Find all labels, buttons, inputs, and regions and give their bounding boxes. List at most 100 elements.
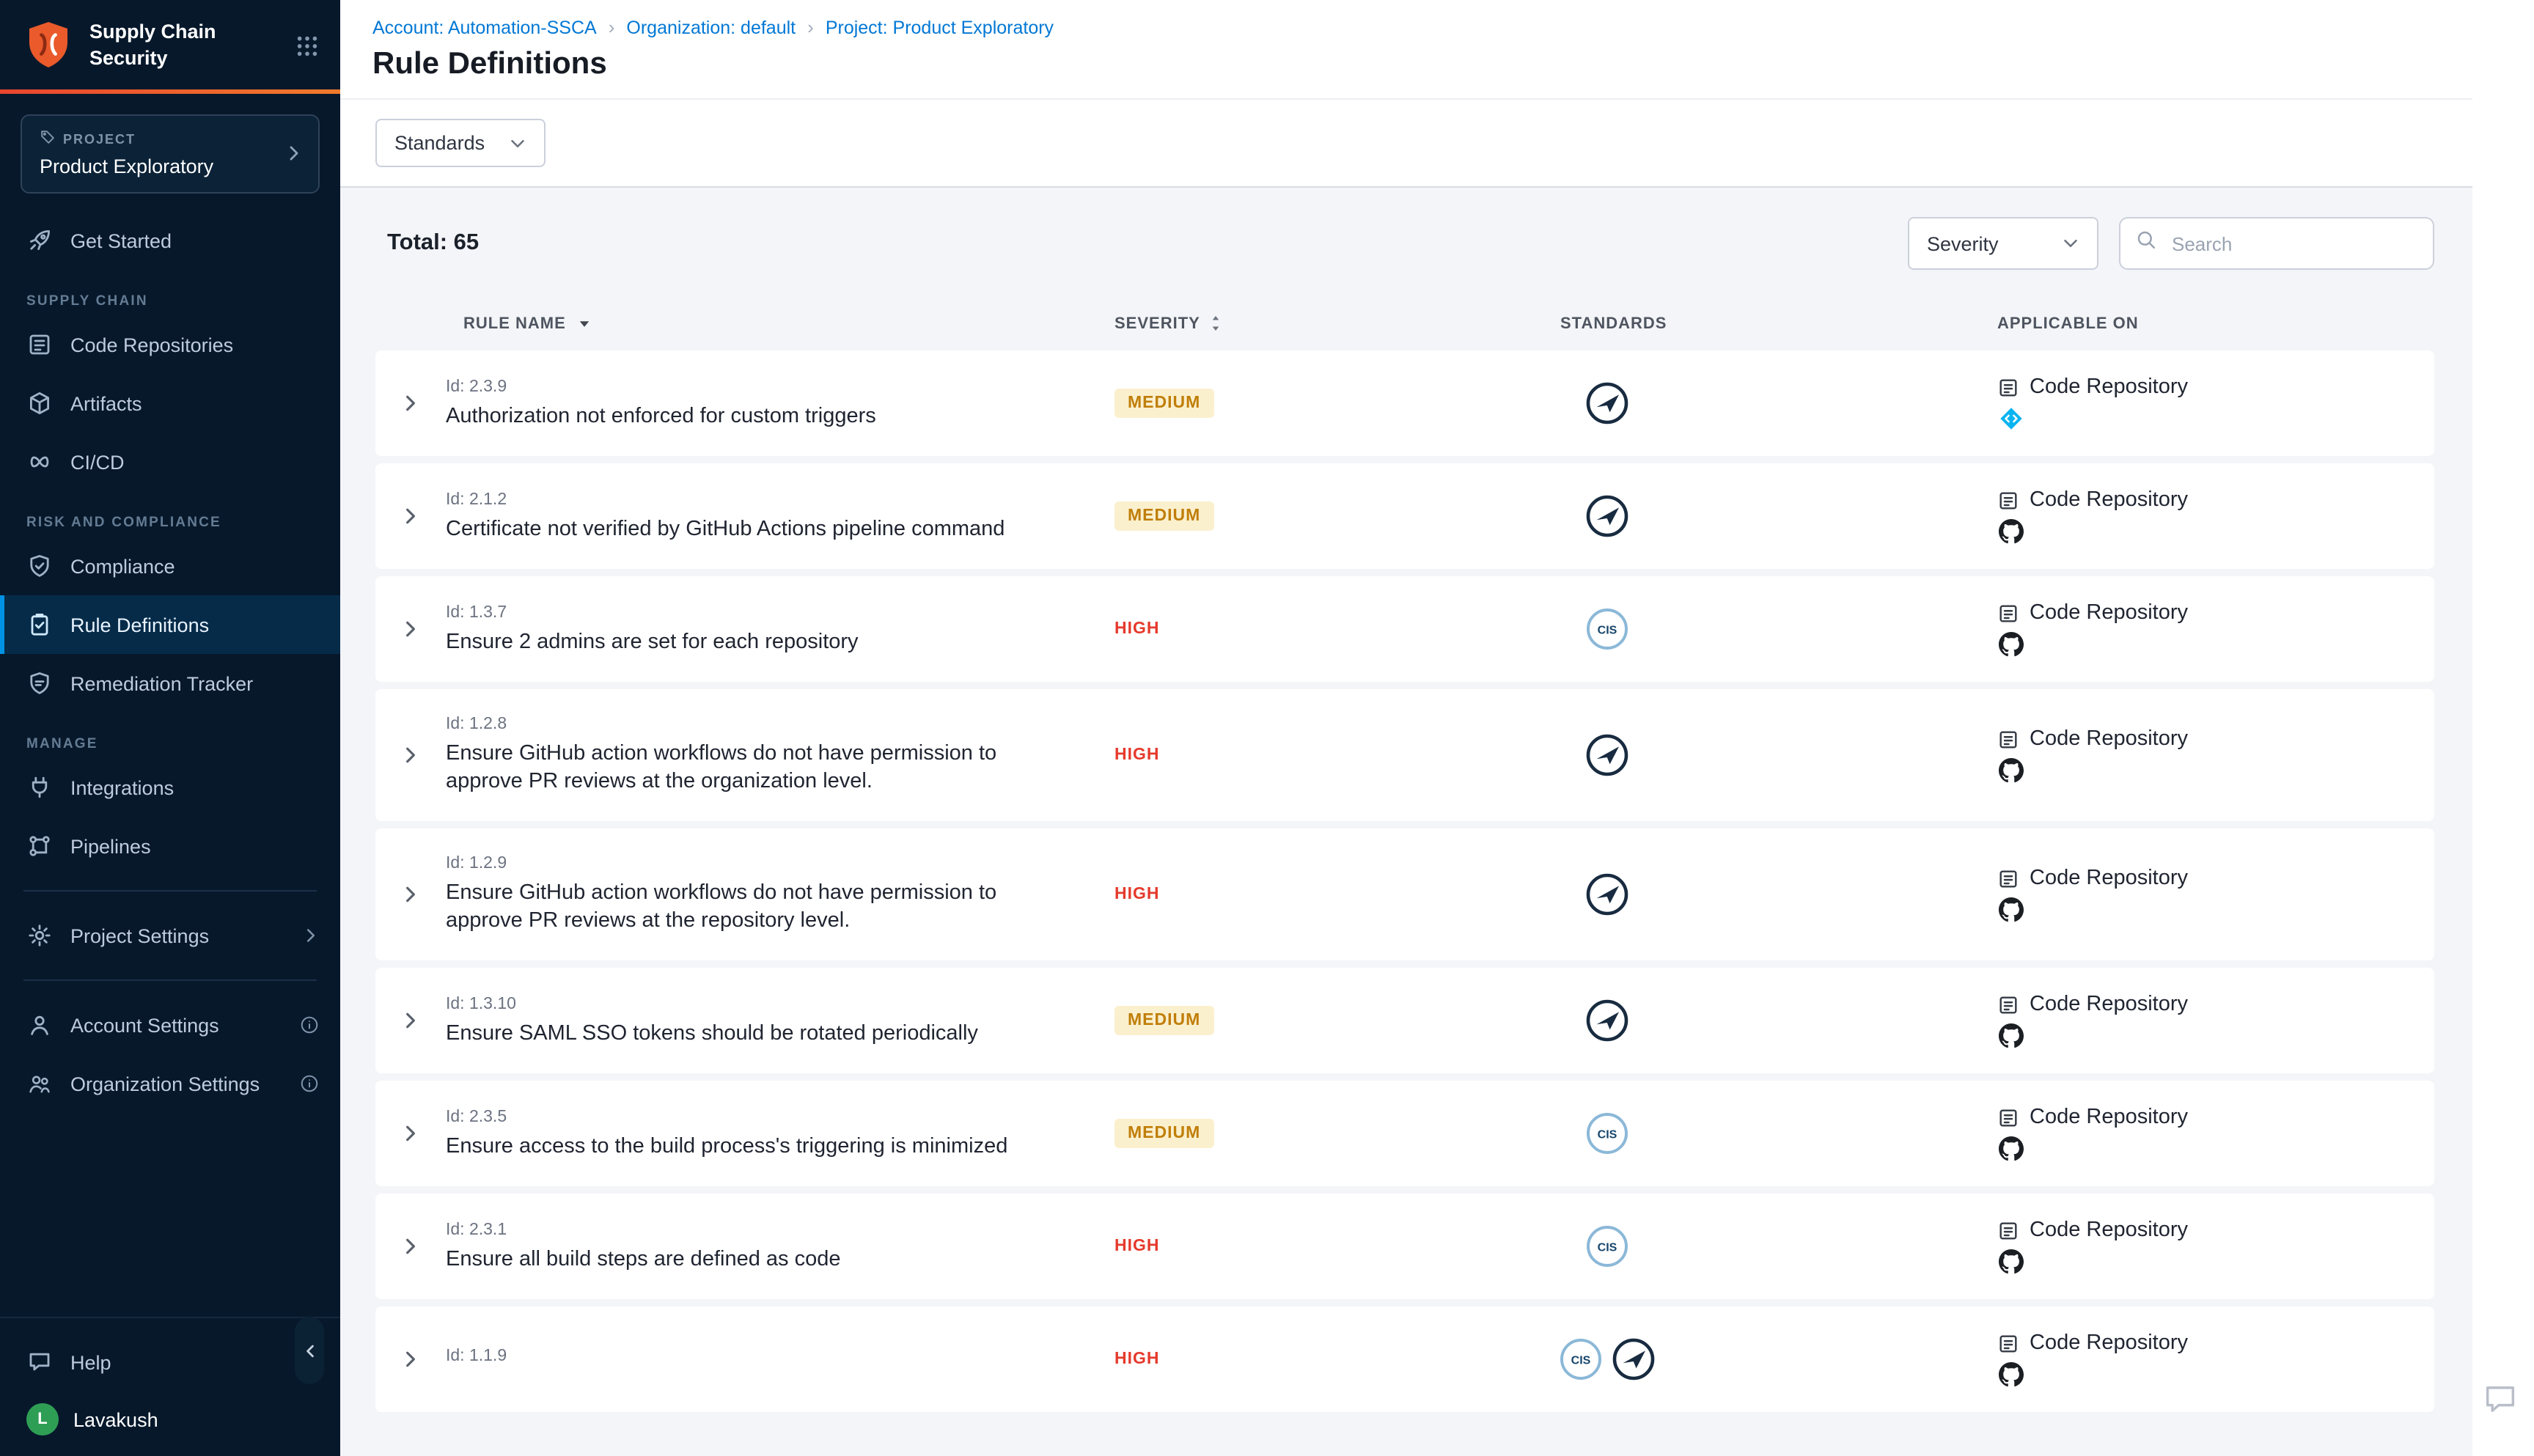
table-row[interactable]: Id: 1.1.9 HIGH CIS Code Repository xyxy=(375,1306,2434,1412)
code-repository-icon xyxy=(1997,376,2019,398)
search-box[interactable] xyxy=(2119,217,2434,270)
table-row[interactable]: Id: 1.3.7 Ensure 2 admins are set for ea… xyxy=(375,576,2434,682)
rule-id: Id: 1.2.8 xyxy=(446,714,1109,735)
table-row[interactable]: Id: 2.1.2 Certificate not verified by Gi… xyxy=(375,463,2434,569)
table-row[interactable]: Id: 2.3.9 Authorization not enforced for… xyxy=(375,350,2434,456)
sidebar-item-rule-definitions[interactable]: Rule Definitions xyxy=(0,595,340,654)
sidebar-item-project-settings[interactable]: Project Settings xyxy=(0,906,340,965)
app-root: Supply Chain Security PROJECT Product Ex… xyxy=(0,0,2534,1456)
standards-cell xyxy=(1560,494,1654,538)
table-row[interactable]: Id: 2.3.5 Ensure access to the build pro… xyxy=(375,1081,2434,1186)
pipelines-icon xyxy=(26,833,53,859)
chevron-right-icon xyxy=(302,927,320,944)
sidebar-item-code-repositories[interactable]: Code Repositories xyxy=(0,315,340,374)
sidebar-item-integrations[interactable]: Integrations xyxy=(0,758,340,817)
remediation-icon xyxy=(26,670,53,696)
standards-filter-dropdown[interactable]: Standards xyxy=(375,119,546,167)
row-expand-chevron-icon[interactable] xyxy=(400,1123,421,1144)
column-header-rule-name[interactable]: RULE NAME xyxy=(446,315,1109,332)
standards-cell: CIS xyxy=(1560,1111,1654,1155)
total-count: Total: 65 xyxy=(387,230,479,257)
sidebar-item-remediation-tracker[interactable]: Remediation Tracker xyxy=(0,654,340,713)
filters-toolbar: Standards xyxy=(340,100,2534,188)
svg-text:CIS: CIS xyxy=(1571,1354,1591,1367)
sidebar-collapse-handle[interactable] xyxy=(295,1317,324,1384)
applicable-on-label: Code Repository xyxy=(2030,1106,2188,1129)
table-row[interactable]: Id: 1.2.8 Ensure GitHub action workflows… xyxy=(375,689,2434,821)
user-menu[interactable]: L Lavakush xyxy=(0,1391,340,1435)
row-expand-chevron-icon[interactable] xyxy=(400,393,421,413)
sort-desc-icon[interactable] xyxy=(576,315,592,331)
help-chat-button[interactable] xyxy=(2481,1380,2519,1418)
row-expand-chevron-icon[interactable] xyxy=(400,1349,421,1369)
search-icon xyxy=(2135,229,2157,258)
sidebar-item-get-started[interactable]: Get Started xyxy=(0,211,340,270)
nav-section-heading: SUPPLY CHAIN xyxy=(26,293,340,309)
cicd-icon xyxy=(26,449,53,475)
code-repository-icon xyxy=(1997,728,2019,750)
table-row[interactable]: Id: 2.3.1 Ensure all build steps are def… xyxy=(375,1194,2434,1299)
info-icon[interactable] xyxy=(299,1015,320,1035)
search-input[interactable] xyxy=(2169,231,2418,256)
breadcrumb-link[interactable]: Organization: default xyxy=(626,17,796,37)
owasp-icon xyxy=(1585,381,1629,425)
table-row[interactable]: Id: 1.2.9 Ensure GitHub action workflows… xyxy=(375,828,2434,960)
project-selector[interactable]: PROJECT Product Exploratory xyxy=(21,114,320,194)
column-header-severity[interactable]: SEVERITY xyxy=(1109,314,1549,333)
chevron-right-icon xyxy=(284,144,304,163)
project-label: PROJECT xyxy=(63,131,136,146)
rules-table-body: Id: 2.3.9 Authorization not enforced for… xyxy=(375,350,2434,1412)
owasp-icon xyxy=(1585,494,1629,538)
compliance-icon xyxy=(26,553,53,579)
supply-chain-security-logo-icon xyxy=(22,19,75,72)
severity-badge: MEDIUM xyxy=(1114,501,1213,531)
rule-id: Id: 1.3.10 xyxy=(446,993,1109,1014)
breadcrumb-link[interactable]: Account: Automation-SSCA xyxy=(372,17,597,37)
repo-icon xyxy=(26,331,53,358)
table-row[interactable]: Id: 1.3.10 Ensure SAML SSO tokens should… xyxy=(375,968,2434,1073)
sidebar-item-pipelines[interactable]: Pipelines xyxy=(0,817,340,875)
severity-badge: HIGH xyxy=(1114,1232,1160,1261)
sidebar-item-organization-settings[interactable]: Organization Settings xyxy=(0,1054,340,1113)
module-switcher-icon[interactable] xyxy=(295,33,320,58)
sidebar-item-ci-cd[interactable]: CI/CD xyxy=(0,433,340,491)
rule-id: Id: 2.1.2 xyxy=(446,489,1109,510)
github-icon xyxy=(1999,758,2434,783)
integrations-icon xyxy=(26,774,53,801)
standards-cell: CIS xyxy=(1560,607,1654,651)
row-expand-chevron-icon[interactable] xyxy=(400,1236,421,1257)
scrollbar-gutter[interactable] xyxy=(2472,0,2534,1456)
svg-text:CIS: CIS xyxy=(1598,624,1617,636)
sidebar-item-artifacts[interactable]: Artifacts xyxy=(0,374,340,433)
applicable-on-label: Code Repository xyxy=(2030,601,2188,625)
standards-cell xyxy=(1560,872,1654,916)
sidebar-item-compliance[interactable]: Compliance xyxy=(0,537,340,595)
info-icon[interactable] xyxy=(299,1073,320,1094)
sidebar-item-help[interactable]: Help xyxy=(0,1333,340,1391)
page-header: Account: Automation-SSCA›Organization: d… xyxy=(340,0,2534,100)
rule-id: Id: 2.3.9 xyxy=(446,376,1109,397)
rule-name: Ensure SAML SSO tokens should be rotated… xyxy=(446,1020,1044,1048)
sort-both-icon[interactable] xyxy=(1209,314,1224,333)
row-expand-chevron-icon[interactable] xyxy=(400,506,421,526)
divider xyxy=(23,890,317,891)
code-repository-icon xyxy=(1997,1106,2019,1128)
rule-name: Ensure access to the build process's tri… xyxy=(446,1133,1044,1161)
help-chat-icon xyxy=(26,1349,53,1375)
chevron-down-icon xyxy=(2062,235,2079,252)
github-icon xyxy=(1999,1362,2434,1387)
severity-filter-dropdown[interactable]: Severity xyxy=(1908,217,2098,270)
sidebar-item-account-settings[interactable]: Account Settings xyxy=(0,996,340,1054)
breadcrumb-link[interactable]: Project: Product Exploratory xyxy=(826,17,1054,37)
row-expand-chevron-icon[interactable] xyxy=(400,884,421,905)
cis-icon: CIS xyxy=(1559,1337,1603,1381)
code-repository-icon xyxy=(1997,867,2019,889)
github-icon xyxy=(1999,632,2434,657)
standards-cell: CIS xyxy=(1560,1337,1654,1381)
cis-icon: CIS xyxy=(1585,607,1629,651)
cis-icon: CIS xyxy=(1585,1111,1629,1155)
row-expand-chevron-icon[interactable] xyxy=(400,1010,421,1031)
row-expand-chevron-icon[interactable] xyxy=(400,619,421,639)
row-expand-chevron-icon[interactable] xyxy=(400,745,421,765)
artifact-icon xyxy=(26,390,53,416)
